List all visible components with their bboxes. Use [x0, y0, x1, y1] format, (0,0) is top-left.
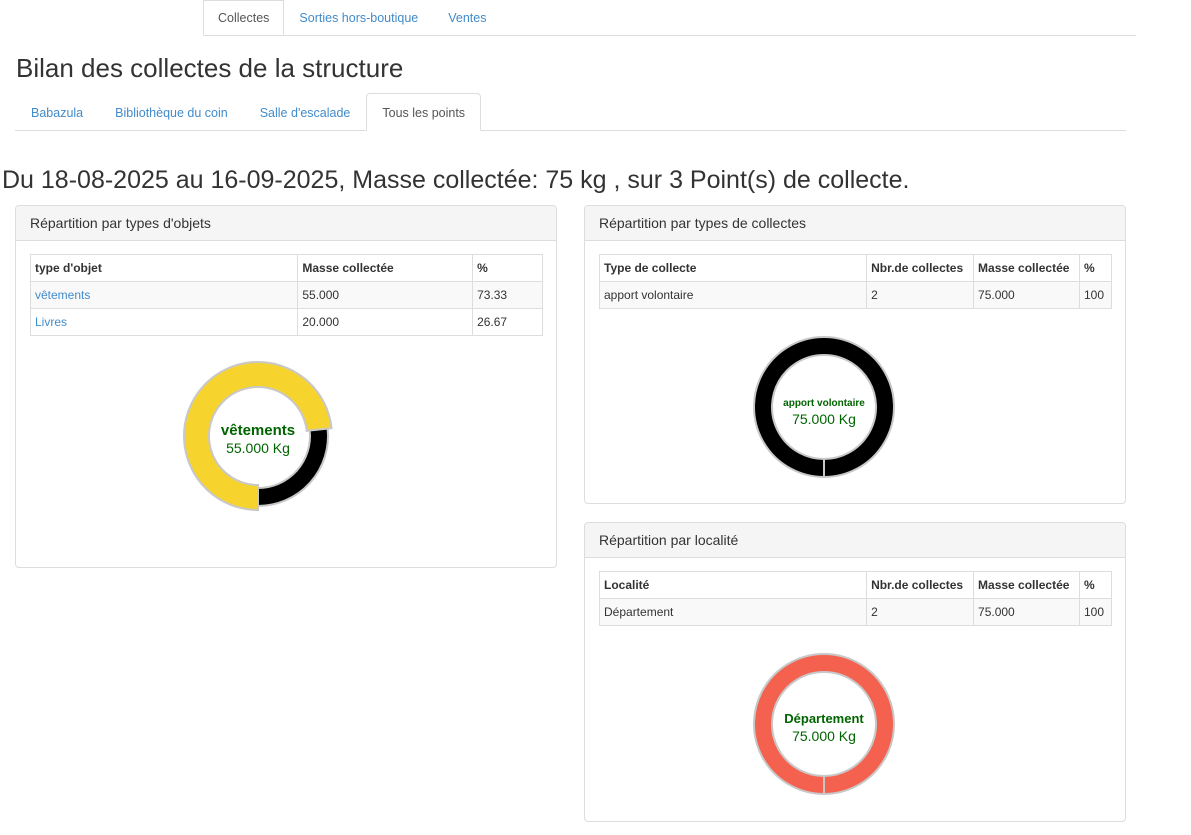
col-header-masse: Masse collectée	[973, 254, 1080, 282]
tab-babazula[interactable]: Babazula	[15, 93, 99, 131]
tab-collectes[interactable]: Collectes	[203, 0, 285, 35]
cell-masse: 20.000	[297, 308, 474, 336]
panel-localite: Répartition par localité Localité Nbr.de…	[584, 522, 1126, 822]
types-objets-table: type d'objet Masse collectée % vêtements…	[29, 254, 543, 336]
col-header-pct: %	[472, 254, 543, 282]
donut-center-value: 55.000 Kg	[226, 440, 290, 456]
panel-title: Répartition par types d'objets	[16, 206, 556, 241]
donut-center-value: 75.000 Kg	[792, 411, 856, 427]
table-row: Département 2 75.000 100	[598, 598, 1112, 626]
cell-type: apport volontaire	[598, 281, 868, 309]
tab-salle-d-escalade[interactable]: Salle d'escalade	[244, 93, 367, 131]
cell-nbr: 2	[866, 598, 975, 626]
tab-ventes[interactable]: Ventes	[433, 0, 501, 35]
tab-bibliotheque-du-coin[interactable]: Bibliothèque du coin	[99, 93, 244, 131]
col-header-nbr: Nbr.de collectes	[866, 571, 975, 599]
type-link-vetements[interactable]: vêtements	[35, 288, 90, 302]
localite-table: Localité Nbr.de collectes Masse collecté…	[598, 571, 1112, 626]
donut-center-label: apport volontaire	[783, 398, 865, 409]
panel-title: Répartition par types de collectes	[585, 206, 1125, 241]
table-row: apport volontaire 2 75.000 100	[598, 281, 1112, 309]
collection-point-tabs: Babazula Bibliothèque du coin Salle d'es…	[15, 93, 1126, 131]
cell-pct: 73.33	[472, 281, 543, 309]
table-header-row: type d'objet Masse collectée %	[29, 254, 543, 282]
page-title: Bilan des collectes de la structure	[16, 53, 404, 83]
col-header-pct: %	[1079, 254, 1112, 282]
col-header-masse: Masse collectée	[297, 254, 474, 282]
cell-localite: Département	[598, 598, 868, 626]
col-header-nbr: Nbr.de collectes	[866, 254, 975, 282]
table-row: vêtements 55.000 73.33	[29, 281, 543, 309]
cell-pct: 26.67	[472, 308, 543, 336]
donut-center-label: Département	[784, 711, 864, 726]
panel-title: Répartition par localité	[585, 523, 1125, 558]
cell-type: Livres	[29, 308, 299, 336]
donut-chart-localite[interactable]: Département 75.000 Kg	[748, 648, 900, 800]
cell-pct: 100	[1079, 598, 1112, 626]
top-nav-tabs: Collectes Sorties hors-boutique Ventes	[203, 0, 1136, 36]
cell-pct: 100	[1079, 281, 1112, 309]
col-header-type: Type de collecte	[598, 254, 868, 282]
donut-chart-types-objets[interactable]: vêtements55.000 Kg	[182, 360, 334, 512]
tab-sorties-hors-boutique[interactable]: Sorties hors-boutique	[284, 0, 433, 35]
cell-masse: 55.000	[297, 281, 474, 309]
panel-types-objets: Répartition par types d'objets type d'ob…	[15, 205, 557, 568]
col-header-localite: Localité	[598, 571, 868, 599]
donut-chart-types-collectes[interactable]: apport volontaire 75.000 Kg	[748, 331, 900, 483]
table-header-row: Type de collecte Nbr.de collectes Masse …	[598, 254, 1112, 282]
col-header-pct: %	[1079, 571, 1112, 599]
donut-center-label: vêtements	[221, 422, 295, 439]
table-header-row: Localité Nbr.de collectes Masse collecté…	[598, 571, 1112, 599]
cell-masse: 75.000	[973, 598, 1080, 626]
period-summary: Du 18-08-2025 au 16-09-2025, Masse colle…	[2, 166, 910, 194]
table-row: Livres 20.000 26.67	[29, 308, 543, 336]
cell-type: vêtements	[29, 281, 299, 309]
col-header-type: type d'objet	[29, 254, 299, 282]
col-header-masse: Masse collectée	[973, 571, 1080, 599]
donut-center-value: 75.000 Kg	[792, 728, 856, 744]
panel-types-collectes: Répartition par types de collectes Type …	[584, 205, 1126, 504]
types-collectes-table: Type de collecte Nbr.de collectes Masse …	[598, 254, 1112, 309]
tab-tous-les-points[interactable]: Tous les points	[366, 93, 482, 131]
cell-masse: 75.000	[973, 281, 1080, 309]
type-link-livres[interactable]: Livres	[35, 315, 67, 329]
cell-nbr: 2	[866, 281, 975, 309]
